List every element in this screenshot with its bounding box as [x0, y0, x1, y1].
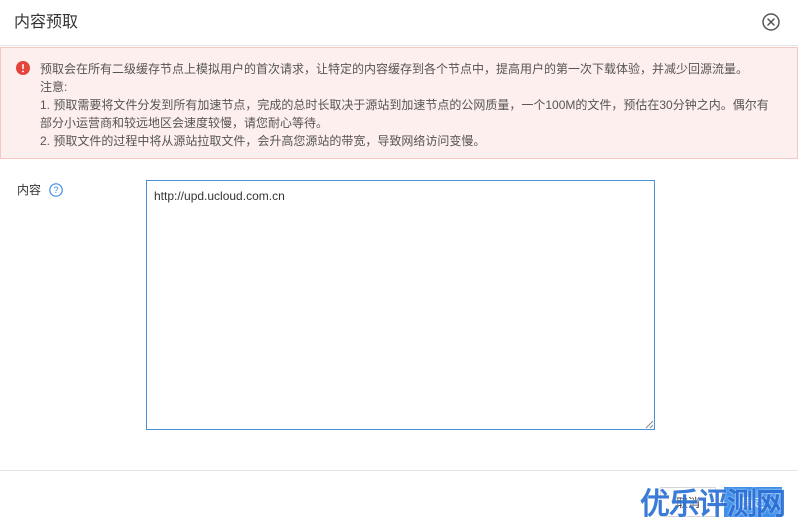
- alert-line: 2. 预取文件的过程中将从源站拉取文件，会升高您源站的带宽，导致网络访问变慢。: [40, 134, 486, 148]
- dialog-header: 内容预取: [0, 0, 798, 46]
- site-watermark: 优乐评测网: [640, 488, 786, 521]
- notice-alert: 预取会在所有二级缓存节点上模拟用户的首次请求，让特定的内容缓存到各个节点中，提高…: [0, 47, 798, 159]
- error-circle-icon: [16, 61, 30, 75]
- alert-line: 1. 预取需要将文件分发到所有加速节点，完成的总时长取决于源站到加速节点的公网质…: [40, 98, 769, 112]
- question-circle-icon[interactable]: ?: [49, 183, 63, 197]
- prefetch-dialog: 内容预取 预取会在所有二级缓存节点上模拟用户的首次请求，让特定的内容缓存到各个节…: [0, 0, 798, 532]
- dialog-title: 内容预取: [14, 14, 79, 31]
- svg-text:?: ?: [53, 185, 58, 195]
- alert-line: 预取会在所有二级缓存节点上模拟用户的首次请求，让特定的内容缓存到各个节点中，提高…: [40, 62, 749, 76]
- resize-handle-icon[interactable]: [644, 419, 654, 429]
- close-icon[interactable]: [762, 13, 780, 31]
- alert-line: 注意:: [40, 80, 68, 94]
- content-label: 内容: [17, 183, 42, 197]
- alert-line: 部分小运营商和较远地区会速度较慢，请您耐心等待。: [40, 116, 329, 130]
- content-textarea[interactable]: http://upd.ucloud.com.cn: [146, 180, 655, 430]
- alert-text: 预取会在所有二级缓存节点上模拟用户的首次请求，让特定的内容缓存到各个节点中，提高…: [40, 60, 785, 150]
